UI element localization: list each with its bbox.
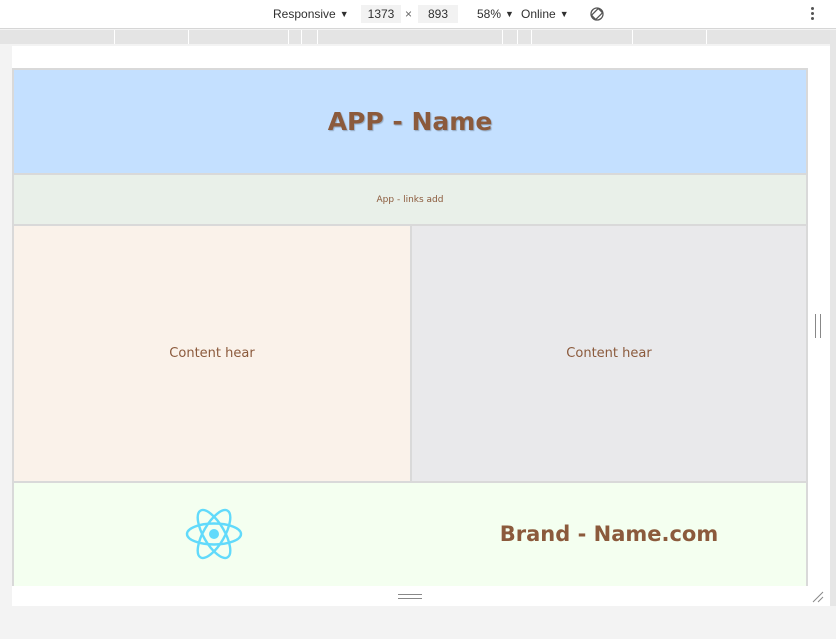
rotate-icon[interactable] bbox=[589, 6, 605, 22]
app-header: APP - Name bbox=[14, 70, 806, 175]
network-select[interactable]: Online ▼ bbox=[521, 7, 569, 21]
content-left-panel: Content hear bbox=[14, 226, 412, 481]
devtools-edge bbox=[830, 30, 836, 606]
more-vert-icon[interactable] bbox=[808, 6, 816, 22]
right-resize-handle[interactable] bbox=[815, 314, 821, 338]
content-right-panel: Content hear bbox=[412, 226, 806, 481]
dimension-separator: × bbox=[405, 7, 413, 21]
zoom-label: 58% bbox=[477, 7, 502, 21]
corner-resize-handle[interactable] bbox=[811, 590, 825, 604]
bottom-resize-handle[interactable] bbox=[398, 594, 422, 600]
react-logo-icon bbox=[185, 508, 243, 560]
brand-name: Brand - Name.com bbox=[499, 521, 719, 546]
content-right-text: Content hear bbox=[566, 346, 652, 361]
app-footer: Brand - Name.com bbox=[14, 481, 806, 586]
network-label: Online bbox=[521, 7, 556, 21]
caret-down-icon: ▼ bbox=[559, 9, 569, 19]
width-input[interactable]: 1373 bbox=[361, 5, 401, 23]
app-links-bar: App - links add bbox=[14, 175, 806, 226]
app-links-text[interactable]: App - links add bbox=[377, 195, 444, 205]
caret-down-icon: ▼ bbox=[505, 9, 514, 19]
app-title: APP - Name bbox=[327, 107, 493, 136]
caret-down-icon: ▼ bbox=[339, 9, 349, 19]
zoom-select[interactable]: 58% ▼ bbox=[477, 7, 514, 21]
media-query-ruler[interactable] bbox=[0, 30, 830, 44]
device-select[interactable]: Responsive ▼ bbox=[273, 7, 349, 21]
content-left-text: Content hear bbox=[169, 346, 255, 361]
app-container: APP - Name App - links add Content hear … bbox=[12, 68, 808, 586]
device-label: Responsive bbox=[273, 7, 336, 21]
height-input[interactable]: 893 bbox=[418, 5, 458, 23]
device-toolbar: Responsive ▼ 1373 × 893 58% ▼ Online ▼ bbox=[0, 0, 836, 29]
